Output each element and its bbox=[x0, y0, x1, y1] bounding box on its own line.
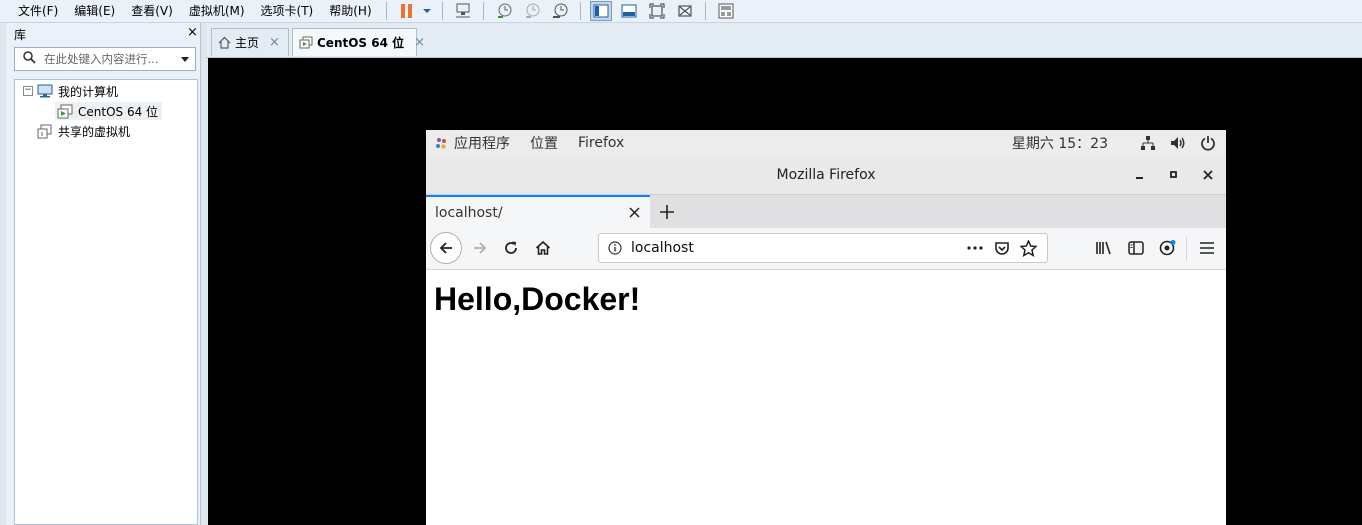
new-tab-icon[interactable] bbox=[656, 195, 678, 228]
tab-close-button[interactable]: × bbox=[269, 35, 280, 50]
firefox-titlebar: Mozilla Firefox bbox=[426, 156, 1226, 195]
toolbar-separator bbox=[579, 2, 581, 20]
close-icon[interactable] bbox=[1198, 156, 1218, 194]
library-tree: − 我的计算机 CentOS 64 位 共享的虚拟机 bbox=[14, 79, 198, 525]
gnome-top-bar: 应用程序 位置 Firefox 星期六 15：23 bbox=[426, 130, 1226, 156]
nav-separator bbox=[1186, 236, 1187, 261]
firefox-nav-bar: localhost bbox=[426, 228, 1226, 270]
menu-help[interactable]: 帮助(H) bbox=[321, 4, 379, 18]
pause-icon[interactable] bbox=[396, 1, 418, 21]
page-heading: Hello,Docker! bbox=[434, 281, 641, 317]
url-text[interactable]: localhost bbox=[631, 240, 966, 256]
reload-icon[interactable] bbox=[495, 232, 527, 264]
menu-bar: 文件(F) 编辑(E) 查看(V) 虚拟机(M) 选项卡(T) 帮助(H) bbox=[0, 0, 1362, 23]
vm-icon bbox=[57, 104, 73, 119]
menu-vm[interactable]: 虚拟机(M) bbox=[181, 4, 253, 18]
toolbar-separator bbox=[704, 2, 706, 20]
console-view-icon[interactable] bbox=[618, 1, 640, 21]
page-actions-icon[interactable] bbox=[966, 245, 984, 251]
page-content: Hello,Docker! bbox=[426, 270, 1226, 525]
toolbar-separator bbox=[482, 2, 484, 20]
forward-icon[interactable] bbox=[464, 232, 496, 264]
menu-tabs[interactable]: 选项卡(T) bbox=[253, 4, 322, 18]
sidebar-icon[interactable] bbox=[1120, 232, 1152, 264]
firefox-menu[interactable]: Firefox bbox=[578, 135, 624, 151]
tab-label: 主页 bbox=[235, 36, 260, 50]
places-menu[interactable]: 位置 bbox=[530, 133, 558, 153]
tab-centos[interactable]: CentOS 64 位 × bbox=[292, 28, 425, 56]
guest-desktop: 应用程序 位置 Firefox 星期六 15：23 Mozilla Firefo… bbox=[426, 130, 1226, 525]
vm-console[interactable]: 应用程序 位置 Firefox 星期六 15：23 Mozilla Firefo… bbox=[208, 58, 1362, 525]
collapse-toggle[interactable]: − bbox=[23, 86, 33, 96]
unity-icon[interactable] bbox=[674, 1, 696, 21]
tab-label: CentOS 64 位 bbox=[317, 36, 405, 50]
system-tray: 星期六 15：23 bbox=[1012, 130, 1216, 156]
close-icon[interactable] bbox=[629, 207, 640, 218]
dropdown-icon[interactable] bbox=[421, 1, 433, 21]
tab-close-button[interactable]: × bbox=[414, 35, 425, 50]
home-icon[interactable] bbox=[527, 232, 559, 264]
account-icon[interactable] bbox=[1152, 232, 1184, 264]
volume-icon[interactable] bbox=[1170, 135, 1186, 151]
toolbar-separator bbox=[385, 2, 387, 20]
back-icon[interactable] bbox=[430, 232, 462, 264]
library-icon[interactable] bbox=[1088, 232, 1120, 264]
tree-item-centos-vm[interactable]: CentOS 64 位 bbox=[55, 102, 163, 120]
library-view-icon[interactable] bbox=[589, 1, 612, 21]
menu-view[interactable]: 查看(V) bbox=[123, 4, 181, 18]
library-title: 库 bbox=[14, 28, 27, 42]
tree-label: 共享的虚拟机 bbox=[58, 124, 131, 139]
search-placeholder: 在此处键入内容进行... bbox=[44, 52, 159, 66]
home-icon bbox=[218, 36, 231, 49]
chevron-down-icon[interactable] bbox=[181, 56, 189, 62]
snapshot-manager-icon[interactable] bbox=[549, 1, 571, 21]
library-close-button[interactable]: × bbox=[187, 25, 198, 40]
applications-menu[interactable]: 应用程序 bbox=[434, 133, 510, 153]
vm-tab-bar: 主页 × CentOS 64 位 × bbox=[206, 23, 1362, 58]
fullscreen-icon[interactable] bbox=[646, 1, 668, 21]
computer-icon bbox=[37, 84, 53, 98]
maximize-icon[interactable] bbox=[1164, 156, 1184, 194]
tab-home[interactable]: 主页 × bbox=[211, 28, 289, 56]
menu-file[interactable]: 文件(F) bbox=[0, 4, 66, 18]
library-panel: 库 × 在此处键入内容进行... − 我的计算机 CentOS 64 位 共享的… bbox=[6, 23, 201, 525]
power-icon[interactable] bbox=[1200, 135, 1216, 151]
tree-item-shared-vms[interactable]: 共享的虚拟机 bbox=[37, 122, 130, 140]
network-icon[interactable] bbox=[1140, 135, 1156, 151]
pocket-icon[interactable] bbox=[994, 240, 1010, 256]
thumbnail-icon[interactable] bbox=[715, 1, 737, 21]
snapshot-icon[interactable] bbox=[493, 1, 515, 21]
firefox-tab-strip: localhost/ bbox=[426, 195, 1226, 228]
tree-label: CentOS 64 位 bbox=[78, 104, 159, 119]
url-bar[interactable]: localhost bbox=[598, 233, 1048, 263]
main-area: 主页 × CentOS 64 位 × 应用程序 位置 Firefox 星期六 1… bbox=[206, 23, 1362, 525]
toolbar-separator bbox=[441, 2, 443, 20]
send-ctrl-alt-del-icon[interactable] bbox=[452, 1, 474, 21]
clock[interactable]: 星期六 15：23 bbox=[1012, 133, 1108, 153]
window-title: Mozilla Firefox bbox=[776, 167, 876, 183]
tree-item-my-computer[interactable]: − 我的计算机 bbox=[23, 82, 118, 100]
bookmark-star-icon[interactable] bbox=[1020, 239, 1037, 257]
applications-label: 应用程序 bbox=[454, 136, 510, 152]
firefox-tab[interactable]: localhost/ bbox=[426, 195, 650, 228]
hamburger-menu-icon[interactable] bbox=[1191, 232, 1223, 264]
tree-label: 我的计算机 bbox=[58, 84, 119, 99]
search-icon bbox=[23, 51, 36, 67]
menu-edit[interactable]: 编辑(E) bbox=[66, 4, 123, 18]
gnome-foot-icon bbox=[436, 138, 446, 149]
shared-vm-icon bbox=[37, 124, 53, 139]
minimize-icon[interactable] bbox=[1130, 156, 1150, 194]
tab-title: localhost/ bbox=[435, 204, 503, 221]
info-icon[interactable] bbox=[608, 241, 622, 255]
revert-snapshot-icon[interactable] bbox=[521, 1, 543, 21]
vm-icon bbox=[299, 36, 313, 49]
library-search-input[interactable]: 在此处键入内容进行... bbox=[14, 47, 196, 71]
